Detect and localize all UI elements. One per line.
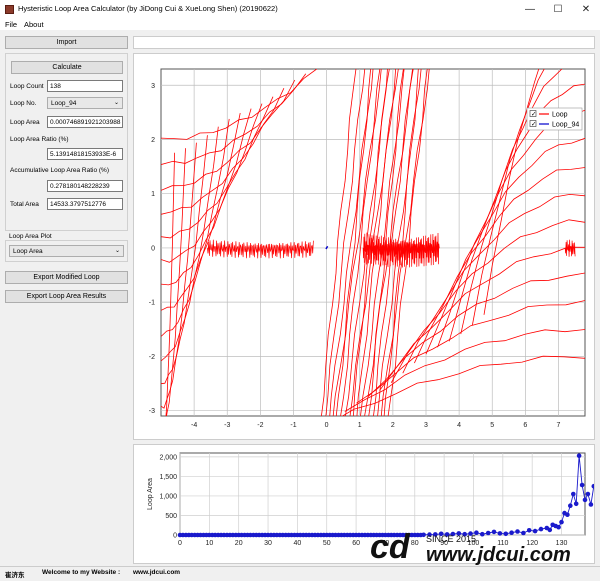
legend-check-icon: ✓ [531, 121, 536, 128]
x-tick-label: -4 [191, 422, 197, 429]
loop-area-ratio-label: Loop Area Ratio (%) [10, 136, 69, 143]
loop-no-select[interactable]: Loop_94 ⌄ [47, 97, 123, 109]
area-data-point [588, 502, 594, 507]
x-tick-label: 5 [490, 422, 494, 429]
area-y-tick-label: 2,000 [159, 454, 177, 461]
status-bar: 崔济东 Welcome to my Website : www.jdcui.co… [0, 566, 600, 581]
y-tick-label: -3 [149, 408, 155, 415]
acc-ratio-field[interactable]: 0.278180148228239 [47, 180, 123, 192]
hysteresis-chart: -4 -3 -2 -1 0 1 2 3 4 5 6 7 -3 -2 -1 0 1 2 3 ✓ Loop ✓ Loop_94 [149, 68, 586, 429]
area-y-tick-label: 1,500 [159, 474, 177, 481]
app-icon [5, 5, 14, 14]
loop-area-plot-label: Loop Area Plot [9, 233, 52, 240]
x-tick-label: -1 [290, 422, 296, 429]
watermark-logo: cd [370, 528, 410, 566]
area-x-tick-label: 50 [323, 540, 331, 547]
menu-file[interactable]: File [5, 20, 17, 29]
area-data-point [582, 497, 588, 503]
x-tick-label: 0 [325, 422, 329, 429]
loop-no-label: Loop No. [10, 100, 37, 107]
area-x-tick-label: 40 [293, 540, 301, 547]
loop-count-label: Loop Count [10, 83, 44, 90]
chevron-down-icon: ⌄ [114, 248, 120, 254]
area-data-point [565, 512, 570, 517]
x-tick-label: 2 [391, 422, 395, 429]
minimize-button[interactable]: — [516, 0, 544, 19]
website-link[interactable]: www.jdcui.com [133, 569, 180, 576]
x-tick-label: -3 [224, 422, 230, 429]
x-tick-label: -2 [257, 422, 263, 429]
area-data-point [591, 483, 597, 489]
loop-area-plot-value: Loop Area [13, 247, 43, 255]
area-y-tick-label: 500 [165, 513, 177, 520]
area-data-point [568, 503, 573, 508]
menu-about[interactable]: About [24, 20, 44, 29]
legend-label: Loop_94 [552, 122, 579, 129]
x-tick-label: 3 [424, 422, 428, 429]
welcome-text: Welcome to my Website : [42, 569, 121, 576]
maximize-button[interactable]: ☐ [544, 0, 572, 19]
calculate-button[interactable]: Calculate [11, 61, 123, 74]
area-data-point [579, 482, 585, 488]
hysteresis-chart-panel: -4 -3 -2 -1 0 1 2 3 4 5 6 7 -3 -2 -1 0 1 2 3 ✓ Loop ✓ Loop_94 [133, 53, 595, 440]
area-data-point [573, 501, 579, 507]
area-y-tick-label: 0 [173, 533, 177, 540]
total-area-field[interactable]: 14533.3797512776 [47, 198, 123, 210]
import-button[interactable]: Import [5, 36, 128, 49]
watermark-domain: www.jdcui.com [426, 544, 571, 566]
chevron-down-icon: ⌄ [113, 100, 119, 106]
loop-count-field[interactable]: 138 [47, 80, 123, 92]
title-bar: Hysteristic Loop Area Calculator (by JiD… [0, 0, 600, 19]
x-tick-label: 4 [457, 422, 461, 429]
window-title: Hysteristic Loop Area Calculator (by JiD… [18, 4, 278, 13]
total-area-label: Total Area [10, 201, 39, 208]
close-button[interactable]: ✕ [572, 0, 600, 19]
area-data-point [585, 491, 591, 497]
loop-area-ratio-field[interactable]: 5.13914818153933E-6 [47, 148, 123, 160]
legend-label: Loop [552, 112, 568, 119]
area-x-tick-label: 0 [178, 540, 182, 547]
area-x-tick-label: 10 [205, 540, 213, 547]
menu-bar: File About [0, 19, 600, 30]
area-data-point [559, 519, 564, 525]
area-x-tick-label: 20 [235, 540, 243, 547]
y-tick-label: 1 [151, 191, 155, 198]
loop-area-plot-select[interactable]: Loop Area ⌄ [9, 245, 124, 257]
export-modified-loop-button[interactable]: Export Modified Loop [5, 271, 128, 284]
y-tick-label: 3 [151, 83, 155, 90]
loop-area-label: Loop Area [10, 119, 40, 126]
x-tick-label: 6 [523, 422, 527, 429]
x-tick-label: 1 [358, 422, 362, 429]
loop-area-field[interactable]: 0.000746891921203988 [47, 116, 123, 128]
y-tick-label: -1 [149, 300, 155, 307]
area-x-tick-label: 60 [352, 540, 360, 547]
export-results-button[interactable]: Export Loop Area Results [5, 290, 128, 303]
legend-check-icon: ✓ [531, 111, 536, 118]
watermark-since: SINCE 2015 [426, 534, 477, 544]
y-tick-label: -2 [149, 354, 155, 361]
author-name: 崔济东 [5, 572, 25, 579]
y-tick-label: 0 [151, 245, 155, 252]
x-tick-label: 7 [557, 422, 561, 429]
acc-ratio-label: Accumulative Loop Area Ratio (%) [10, 167, 109, 174]
loop-no-value: Loop_94 [51, 99, 77, 107]
area-y-tick-label: 1,000 [159, 493, 177, 500]
area-y-axis-label: Loop Area [147, 478, 154, 510]
area-x-tick-label: 30 [264, 540, 272, 547]
area-plot-area [179, 452, 586, 536]
area-data-point [571, 491, 576, 497]
area-data-point [576, 453, 582, 458]
y-tick-label: 2 [151, 137, 155, 144]
file-path-bar [133, 36, 595, 49]
watermark: cd SINCE 2015 www.jdcui.com [370, 528, 598, 570]
